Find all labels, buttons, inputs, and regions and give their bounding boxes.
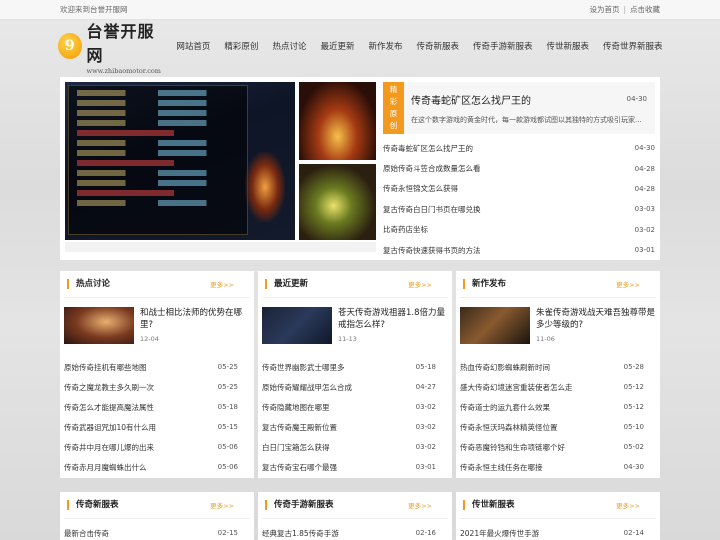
section-chuanshi-servers: 传世新服表 更多>> 2021年最火爆传世手游 02-14 [456, 492, 660, 540]
feature-card[interactable]: 朱雀传奇游戏战天难吾独尊带是多少等级的? 11-06 [460, 307, 656, 353]
feature-card[interactable]: 苍天传奇游戏祖器1.8倍力量戒指怎么样? 11-13 [262, 307, 448, 353]
nav-item-original[interactable]: 精彩原创 [224, 40, 258, 52]
list-item[interactable]: 传奇毒蛇矿区怎么找尸王的 04-30 [383, 138, 655, 158]
section-title: 传世新服表 [463, 500, 515, 510]
list-item[interactable]: 传奇恶魔铃铛和生命项链哪个好 05-02 [460, 437, 644, 457]
card-thumbnail[interactable] [262, 307, 332, 344]
top-links-separator: | [623, 5, 626, 14]
stats-panel-image [68, 85, 248, 235]
headline-summary: 在这个数字游戏的黄金时代，每一款游戏都试图以其独特的方式吸引玩家... [411, 116, 642, 124]
screenshot-gallery [65, 82, 376, 240]
gallery-strip [65, 242, 376, 252]
article-list: 经典复古1.85传奇手游 02-16 [262, 523, 448, 540]
list-item[interactable]: 传奇怎么才能提高魔法属性 05-18 [64, 397, 238, 417]
list-item[interactable]: 原始传奇挂机有哪些地图 05-25 [64, 357, 238, 377]
section-new-release: 新作发布 更多>> 朱雀传奇游戏战天难吾独尊带是多少等级的? 11-06 热血传奇幻… [456, 271, 660, 478]
card-date: 11-06 [536, 335, 555, 343]
section-title: 传奇手游新服表 [265, 500, 334, 510]
logo-badge-icon: 9 [58, 33, 82, 59]
list-item[interactable]: 传奇永恒沃玛森林精英怪位置 05-10 [460, 417, 644, 437]
list-item[interactable]: 传奇之魔龙教主多久刷一次 05-25 [64, 377, 238, 397]
section-title: 最近更新 [265, 279, 308, 289]
more-link[interactable]: 更多>> [408, 500, 432, 510]
list-item[interactable]: 最新合击传奇 02-15 [64, 523, 238, 540]
headline-title[interactable]: 传奇毒蛇矿区怎么找尸王的 [411, 92, 647, 107]
headline-date: 04-30 [626, 95, 647, 103]
more-link[interactable]: 更多>> [616, 500, 640, 510]
welcome-text: 欢迎来到台誉开服网 [60, 5, 128, 14]
game-screenshot-thumb-2[interactable] [299, 164, 376, 240]
site-logo[interactable]: 9 台誉开服网 www.zhibaomotor.com [58, 18, 163, 75]
nav-item-hot[interactable]: 热点讨论 [272, 40, 306, 52]
nav-item-mobile-servers[interactable]: 传奇手游新服表 [473, 40, 533, 52]
headline-box: 精彩 原创 传奇毒蛇矿区怎么找尸王的 04-30 在这个数字游戏的黄金时代，每一… [383, 82, 655, 134]
card-thumbnail[interactable] [64, 307, 134, 344]
nav-item-chuanshi-servers[interactable]: 传世新服表 [547, 40, 590, 52]
list-item[interactable]: 盛大传奇幻境迷宫重装使者怎么走 05-12 [460, 377, 644, 397]
feature-card[interactable]: 和战士相比法师的优势在哪里? 12-04 [64, 307, 250, 353]
list-item[interactable]: 传奇世界幽影武士哪里多 05-18 [262, 357, 436, 377]
section-title: 传奇新服表 [67, 500, 119, 510]
more-link[interactable]: 更多>> [210, 500, 234, 510]
nav-item-new-release[interactable]: 新作发布 [368, 40, 402, 52]
main-nav: 网站首页 精彩原创 热点讨论 最近更新 新作发布 传奇新服表 传奇手游新服表 传… [176, 40, 662, 52]
game-screenshot-thumb-1[interactable] [299, 82, 376, 160]
site-header: 9 台誉开服网 www.zhibaomotor.com 网站首页 精彩原创 热点… [0, 18, 720, 75]
list-item[interactable]: 比奇药店坐标 03-02 [383, 220, 655, 240]
section-hot: 热点讨论 更多>> 和战士相比法师的优势在哪里? 12-04 原始传奇挂机有哪些地图… [60, 271, 254, 478]
set-home-link[interactable]: 设为首页 [589, 5, 619, 14]
list-item[interactable]: 2021年最火爆传世手游 02-14 [460, 523, 644, 540]
logo-text: 台誉开服网 www.zhibaomotor.com [87, 18, 164, 75]
card-title[interactable]: 苍天传奇游戏祖器1.8倍力量戒指怎么样? [338, 307, 448, 331]
article-list: 热血传奇幻影蜘蛛刷新时间 05-28 盛大传奇幻境迷宫重装使者怎么走 05-12 传… [460, 357, 656, 477]
list-item[interactable]: 传奇永恒主线任务在哪接 04-30 [460, 457, 644, 477]
headline-body: 传奇毒蛇矿区怎么找尸王的 04-30 在这个数字游戏的黄金时代，每一款游戏都试图… [404, 82, 655, 134]
section-title: 新作发布 [463, 279, 506, 289]
card-date: 12-04 [140, 335, 159, 343]
bookmark-link[interactable]: 点击收藏 [630, 5, 660, 14]
list-item[interactable]: 传奇道士的运九套什么效果 05-12 [460, 397, 644, 417]
original-tag: 精彩 原创 [383, 82, 404, 134]
section-legend-servers: 传奇新服表 更多>> 最新合击传奇 02-15 [60, 492, 254, 540]
list-item[interactable]: 复古传奇快速获得书页的方法 03-01 [383, 240, 655, 260]
list-item[interactable]: 传奇井中月在哪儿爆的出来 05-06 [64, 437, 238, 457]
nav-item-latest[interactable]: 最近更新 [320, 40, 354, 52]
article-list: 原始传奇挂机有哪些地图 05-25 传奇之魔龙教主多久刷一次 05-25 传奇怎么才… [64, 357, 250, 477]
section-mobile-servers: 传奇手游新服表 更多>> 经典复古1.85传奇手游 02-16 [258, 492, 452, 540]
more-link[interactable]: 更多>> [616, 279, 640, 289]
logo-url: www.zhibaomotor.com [86, 66, 161, 75]
list-item[interactable]: 经典复古1.85传奇手游 02-16 [262, 523, 436, 540]
more-link[interactable]: 更多>> [210, 279, 234, 289]
list-item[interactable]: 复古传奇宝石哪个最强 03-01 [262, 457, 436, 477]
article-list: 传奇世界幽影武士哪里多 05-18 原始传奇耀耀战甲怎么合成 04-27 传奇隐藏地… [262, 357, 448, 477]
card-thumbnail[interactable] [460, 307, 530, 344]
logo-name: 台誉开服网 [86, 21, 155, 65]
more-link[interactable]: 更多>> [408, 279, 432, 289]
card-title[interactable]: 和战士相比法师的优势在哪里? [140, 307, 250, 331]
article-list: 2021年最火爆传世手游 02-14 [460, 523, 656, 540]
nav-item-legend-servers[interactable]: 传奇新服表 [416, 40, 459, 52]
article-list: 最新合击传奇 02-15 [64, 523, 250, 540]
list-item[interactable]: 原始传奇耀耀战甲怎么合成 04-27 [262, 377, 436, 397]
nav-item-home[interactable]: 网站首页 [176, 40, 210, 52]
list-item[interactable]: 复古传奇魔王殿新位置 03-02 [262, 417, 436, 437]
nav-item-world-servers[interactable]: 传奇世界新服表 [603, 40, 663, 52]
list-item[interactable]: 热血传奇幻影蜘蛛刷新时间 05-28 [460, 357, 644, 377]
list-item[interactable]: 原始传奇斗笠合成数量怎么看 04-28 [383, 158, 655, 178]
list-item[interactable]: 传奇武器诅咒加10有什么用 05-15 [64, 417, 238, 437]
section-title: 热点讨论 [67, 279, 110, 289]
list-item[interactable]: 传奇永恒锦文怎么获得 04-28 [383, 179, 655, 199]
top-links: 设为首页 | 点击收藏 [589, 4, 660, 15]
list-item[interactable]: 复古传奇白日门书页在哪兑换 03-03 [383, 199, 655, 219]
feature-list: 传奇毒蛇矿区怎么找尸王的 04-30 原始传奇斗笠合成数量怎么看 04-28 传奇永… [383, 138, 655, 260]
game-screenshot-main[interactable] [65, 82, 295, 240]
section-latest: 最近更新 更多>> 苍天传奇游戏祖器1.8倍力量戒指怎么样? 11-13 传奇世界幽… [258, 271, 452, 478]
list-item[interactable]: 传奇赤月月魔蜘蛛出什么 05-06 [64, 457, 238, 477]
card-date: 11-13 [338, 335, 357, 343]
list-item[interactable]: 传奇隐藏地图在哪里 03-02 [262, 397, 436, 417]
feature-panel: 精彩 原创 传奇毒蛇矿区怎么找尸王的 04-30 在这个数字游戏的黄金时代，每一… [60, 77, 660, 260]
card-title[interactable]: 朱雀传奇游戏战天难吾独尊带是多少等级的? [536, 307, 656, 331]
list-item[interactable]: 白日门宝箱怎么获得 03-02 [262, 437, 436, 457]
